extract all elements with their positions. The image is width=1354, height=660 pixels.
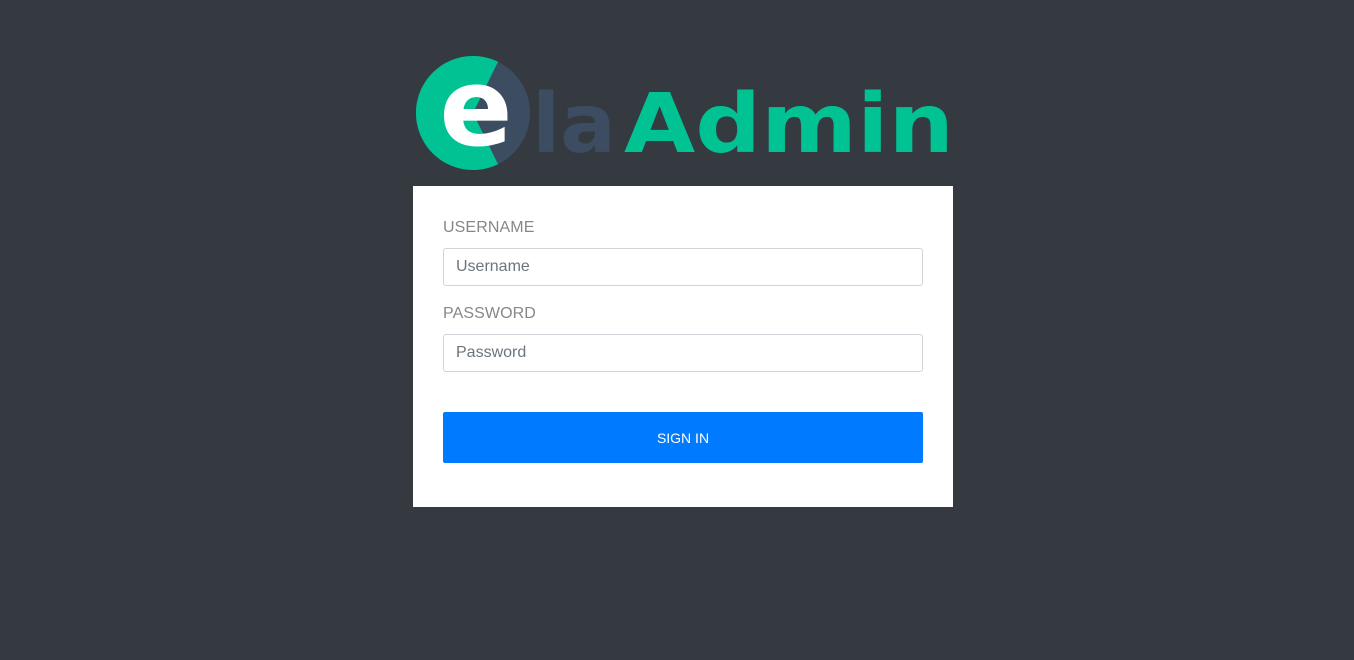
logo-letter-e: e: [439, 53, 512, 171]
logo-text-la: la: [532, 77, 616, 172]
username-input[interactable]: [443, 248, 923, 286]
password-input[interactable]: [443, 334, 923, 372]
elaadmin-logo: e la Admin: [413, 53, 958, 173]
password-label: PASSWORD: [443, 305, 536, 322]
username-label: USERNAME: [443, 219, 535, 236]
sign-in-button[interactable]: SIGN IN: [443, 412, 923, 463]
logo-text-admin: Admin: [624, 77, 954, 172]
login-card: USERNAME PASSWORD SIGN IN: [413, 186, 953, 507]
logo-graphic: e la Admin: [415, 53, 954, 172]
login-page: e la Admin USERNAME PASSWORD SIGN IN: [0, 0, 1354, 660]
